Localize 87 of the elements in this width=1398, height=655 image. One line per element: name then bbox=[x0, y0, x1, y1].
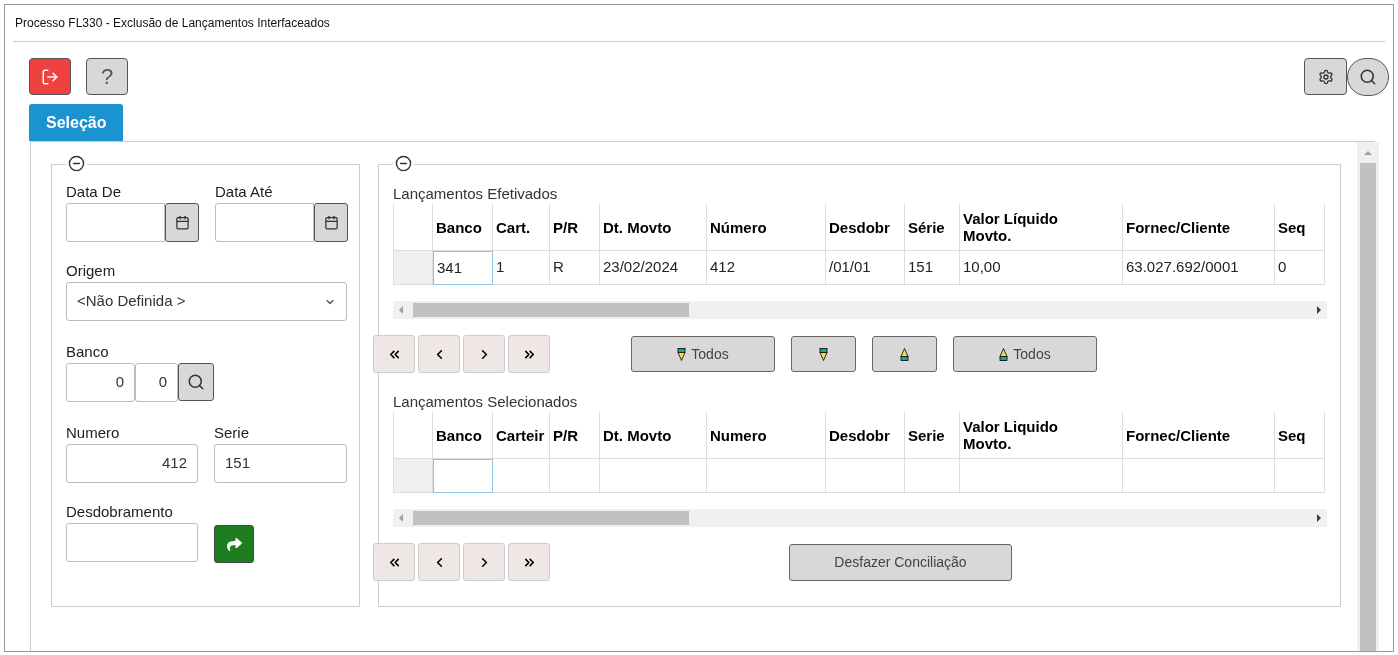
last-page-button[interactable] bbox=[508, 335, 550, 373]
table-cell: 1 bbox=[493, 251, 550, 285]
column-header[interactable]: Cart. bbox=[493, 204, 550, 251]
column-header[interactable]: Número bbox=[707, 204, 826, 251]
date-field[interactable] bbox=[215, 203, 314, 242]
settings-icon bbox=[1317, 68, 1334, 85]
horizontal-scrollbar[interactable] bbox=[393, 509, 1327, 527]
origin-dropdown[interactable]: <Não Definida > bbox=[66, 282, 347, 321]
exit-icon bbox=[41, 67, 59, 86]
next-page-button[interactable] bbox=[463, 543, 505, 581]
column-header[interactable]: P/R bbox=[550, 412, 600, 459]
calendar-button[interactable] bbox=[165, 203, 199, 242]
field-label: Serie bbox=[214, 424, 251, 442]
move-all-button[interactable]: Todos bbox=[953, 336, 1097, 372]
help-button[interactable]: ? bbox=[86, 58, 128, 95]
column-header[interactable]: Seq bbox=[1275, 412, 1325, 459]
column-header[interactable]: Fornec/Cliente bbox=[1123, 412, 1275, 459]
forward-button[interactable] bbox=[214, 525, 254, 563]
date-field[interactable] bbox=[66, 203, 165, 242]
column-header[interactable]: Dt. Movto bbox=[600, 204, 707, 251]
row-header[interactable] bbox=[394, 459, 433, 493]
column-header[interactable]: Desdobr bbox=[826, 204, 905, 251]
column-header[interactable]: Desdobr bbox=[826, 412, 905, 459]
previous-page-button[interactable] bbox=[418, 543, 460, 581]
column-header[interactable]: Série bbox=[905, 204, 960, 251]
settings-button[interactable] bbox=[1304, 58, 1347, 95]
move-all-button[interactable]: Todos bbox=[631, 336, 775, 372]
marker-up-icon bbox=[900, 347, 909, 361]
field-label: Banco bbox=[66, 343, 110, 361]
search-button[interactable] bbox=[1347, 58, 1389, 96]
table-cell: /01/01 bbox=[826, 251, 905, 285]
table-cell: 341 bbox=[433, 251, 493, 285]
column-header[interactable]: Valor Liquido Movto. bbox=[960, 412, 1123, 459]
table-cell: 10,00 bbox=[960, 251, 1123, 285]
table-cell: 151 bbox=[905, 251, 960, 285]
column-header[interactable]: Banco bbox=[433, 412, 493, 459]
table-cell: 412 bbox=[707, 251, 826, 285]
column-header[interactable]: Carteir bbox=[493, 412, 550, 459]
exit-button[interactable] bbox=[29, 58, 71, 95]
table-cell: 0 bbox=[1275, 251, 1325, 285]
marker-down-icon bbox=[677, 347, 687, 361]
next-page-button[interactable] bbox=[463, 335, 505, 373]
calendar-icon bbox=[323, 215, 339, 230]
marker-up-icon bbox=[999, 347, 1009, 361]
search-icon bbox=[187, 373, 205, 391]
column-header[interactable]: Seq bbox=[1275, 204, 1325, 251]
move-one-button[interactable] bbox=[872, 336, 937, 372]
collapse-icon[interactable] bbox=[68, 155, 85, 172]
field-label: Desdobramento bbox=[66, 503, 174, 521]
column-header[interactable]: Banco bbox=[433, 204, 493, 251]
grid-title: Lançamentos Selecionados bbox=[393, 392, 579, 412]
field-label: Data De bbox=[66, 183, 123, 201]
undo-button[interactable]: Desfazer Conciliação bbox=[789, 543, 1012, 581]
table-cell: R bbox=[550, 251, 600, 285]
calendar-icon bbox=[174, 215, 190, 230]
move-one-button[interactable] bbox=[791, 336, 856, 372]
wallet-field[interactable]: 0 bbox=[135, 363, 178, 402]
grid-title: Lançamentos Efetivados bbox=[393, 184, 559, 204]
column-header[interactable]: Serie bbox=[905, 412, 960, 459]
table-cell: 63.027.692/0001 bbox=[1123, 251, 1275, 285]
first-page-button[interactable] bbox=[373, 543, 415, 581]
bank-field[interactable]: 0 bbox=[66, 363, 135, 402]
first-page-button[interactable] bbox=[373, 335, 415, 373]
calendar-button[interactable] bbox=[314, 203, 348, 242]
marker-down-icon bbox=[819, 347, 828, 361]
field-label: Data Até bbox=[215, 183, 274, 201]
field-label: Origem bbox=[66, 262, 117, 280]
table-cell: 23/02/2024 bbox=[600, 251, 707, 285]
bank-search-button[interactable] bbox=[178, 363, 214, 401]
curved-arrow-icon bbox=[226, 536, 242, 552]
row-header[interactable] bbox=[394, 251, 433, 285]
field-label: Numero bbox=[66, 424, 121, 442]
column-header[interactable]: Numero bbox=[707, 412, 826, 459]
previous-page-button[interactable] bbox=[418, 335, 460, 373]
vertical-scrollbar[interactable] bbox=[1357, 142, 1379, 651]
collapse-icon[interactable] bbox=[395, 155, 412, 172]
last-page-button[interactable] bbox=[508, 543, 550, 581]
series-field[interactable]: 151 bbox=[214, 444, 347, 483]
window-title: Processo FL330 - Exclusão de Lançamentos Interfaceados bbox=[15, 15, 330, 32]
horizontal-scrollbar[interactable] bbox=[393, 301, 1327, 319]
search-icon bbox=[1359, 68, 1377, 86]
installment-field[interactable] bbox=[66, 523, 198, 562]
column-header[interactable]: Dt. Movto bbox=[600, 412, 707, 459]
column-header[interactable]: Valor Líquido Movto. bbox=[960, 204, 1123, 251]
column-header[interactable]: P/R bbox=[550, 204, 600, 251]
number-field[interactable]: 412 bbox=[66, 444, 198, 483]
column-header[interactable]: Fornec/Cliente bbox=[1123, 204, 1275, 251]
